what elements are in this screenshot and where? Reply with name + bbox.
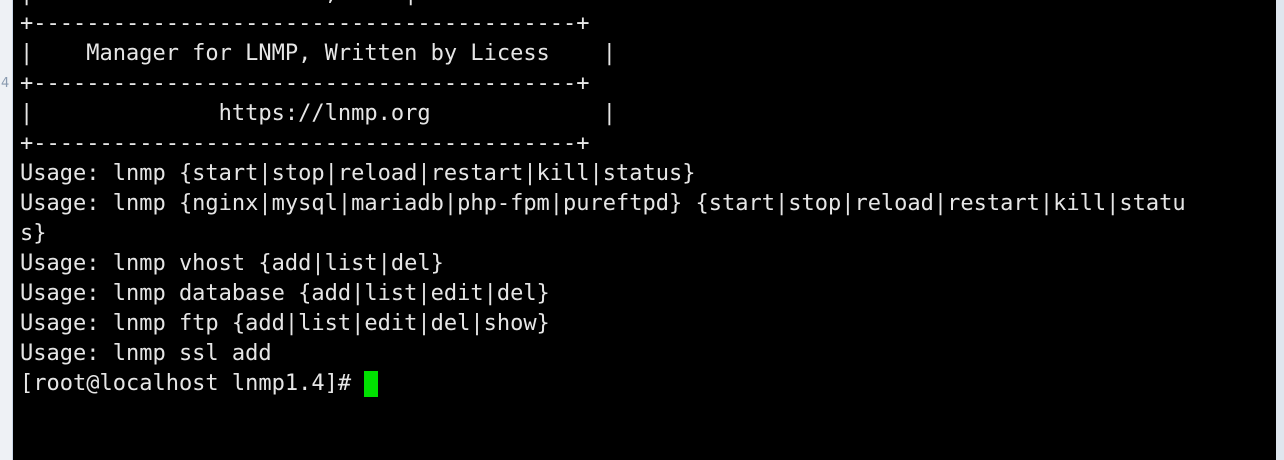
left-panel-edge: 4	[0, 0, 13, 460]
terminal-window: 4 | - ; | +-----------------------------…	[0, 0, 1284, 460]
terminal-line: Usage: lnmp {nginx|mysql|mariadb|php-fpm…	[20, 191, 1186, 216]
terminal-viewport[interactable]: | - ; | +-------------------------------…	[13, 0, 1276, 460]
terminal-line: +---------------------------------------…	[20, 131, 590, 156]
terminal-line: s}	[20, 221, 47, 246]
edge-label: 4	[1, 76, 10, 91]
terminal-line: Usage: lnmp {start|stop|reload|restart|k…	[20, 161, 696, 186]
terminal-output: | - ; | +-------------------------------…	[20, 0, 1186, 399]
prompt-line[interactable]: [root@localhost lnmp1.4]#	[20, 369, 1186, 399]
terminal-line: Usage: lnmp ssl add	[20, 341, 272, 366]
shell-prompt: [root@localhost lnmp1.4]#	[20, 371, 365, 396]
terminal-line: Usage: lnmp vhost {add|list|del}	[20, 251, 444, 276]
terminal-line: | https://lnmp.org |	[20, 101, 617, 126]
right-panel-edge	[1276, 0, 1284, 460]
terminal-line: +---------------------------------------…	[20, 71, 590, 96]
terminal-line: | - ; |	[20, 0, 1186, 9]
terminal-line: | Manager for LNMP, Written by Licess |	[20, 41, 617, 66]
text-cursor	[364, 371, 379, 397]
terminal-line: Usage: lnmp database {add|list|edit|del}	[20, 281, 550, 306]
terminal-line: Usage: lnmp ftp {add|list|edit|del|show}	[20, 311, 550, 336]
terminal-line: +---------------------------------------…	[20, 11, 590, 36]
